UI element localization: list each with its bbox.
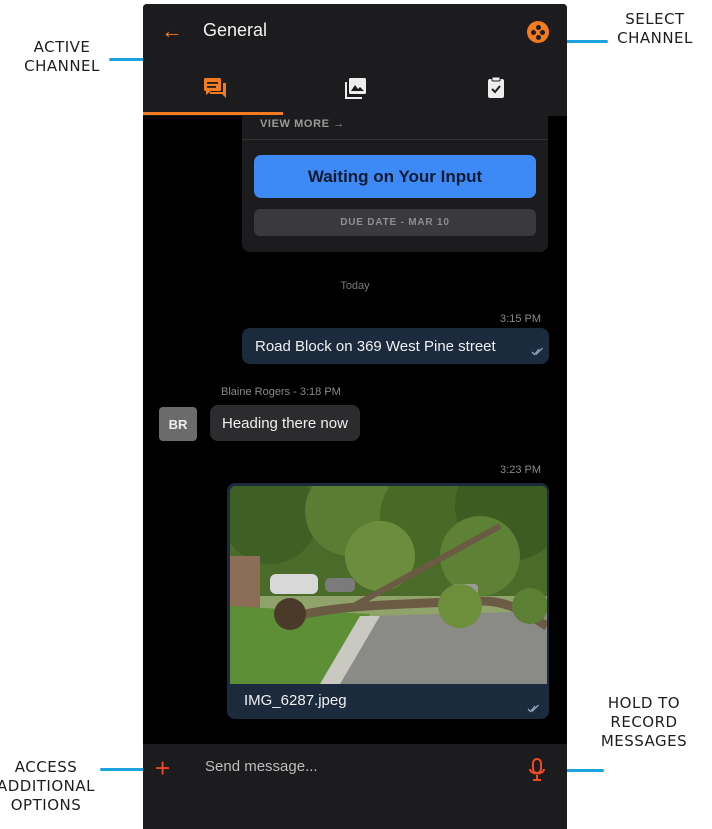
active-tab-indicator: [143, 112, 283, 115]
message-time: 3:15 PM: [500, 313, 541, 325]
day-separator: Today: [340, 280, 370, 292]
callout-select-channel: SELECT CHANNEL: [617, 10, 693, 47]
incoming-message[interactable]: Heading there now: [210, 405, 360, 441]
message-input[interactable]: [205, 758, 505, 775]
photo-gallery-icon[interactable]: [342, 74, 370, 102]
read-receipt-icon: [531, 347, 543, 356]
chat-bubbles-icon[interactable]: [201, 74, 229, 102]
view-more-link[interactable]: VIEW MORE →: [260, 118, 345, 130]
channel-title: General: [203, 20, 268, 40]
task-checklist-icon[interactable]: [482, 74, 510, 102]
due-date-badge: DUE DATE - MAR 10: [254, 209, 536, 236]
message-text: Road Block on 369 West Pine street: [255, 338, 496, 355]
callout-active-channel: ACTIVE CHANNEL: [24, 38, 100, 75]
attachment-filename[interactable]: IMG_6287.jpeg: [244, 692, 347, 709]
message-composer: +: [143, 744, 567, 829]
plus-icon[interactable]: +: [155, 755, 170, 781]
microphone-icon[interactable]: [527, 757, 547, 783]
callout-line-select-channel: [560, 40, 608, 43]
sender-name: Blaine Rogers - 3:18 PM: [221, 386, 341, 398]
read-receipt-icon: [527, 704, 539, 713]
avatar[interactable]: BR: [159, 407, 197, 441]
task-status-button[interactable]: Waiting on Your Input: [254, 155, 536, 198]
callout-hold-record: HOLD TO RECORD MESSAGES: [600, 694, 688, 750]
card-divider: [242, 139, 548, 140]
phone-screen: VIEW MORE → Waiting on Your Input DUE DA…: [143, 4, 567, 829]
outgoing-message[interactable]: Road Block on 369 West Pine street: [242, 328, 549, 364]
task-card[interactable]: VIEW MORE → Waiting on Your Input DUE DA…: [242, 112, 548, 252]
top-bar: ← General: [143, 4, 567, 116]
arrow-left-icon[interactable]: ←: [161, 18, 183, 44]
callout-access-options: ACCESS ADDITIONAL OPTIONS: [0, 758, 96, 814]
message-time: 3:23 PM: [500, 464, 541, 476]
channel-select-icon[interactable]: [527, 21, 549, 43]
fallen-tree-photo[interactable]: [230, 486, 547, 684]
